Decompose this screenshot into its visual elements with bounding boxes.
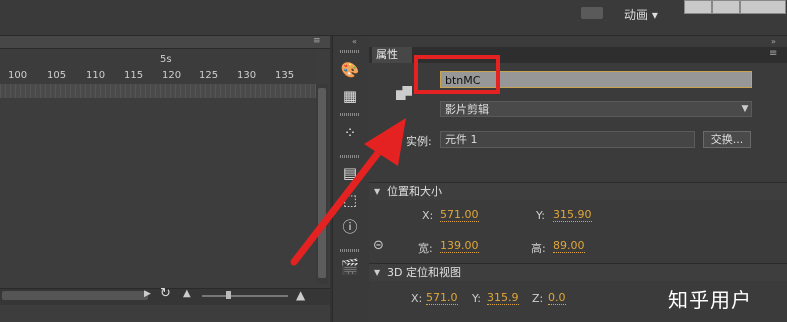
scroll-right-icon[interactable]: ▶ — [144, 289, 151, 299]
palette-icon[interactable]: 🎨 — [336, 59, 364, 81]
frame-number: 110 — [86, 70, 106, 81]
grid-icon[interactable]: ▦ — [336, 85, 364, 107]
zoom-out-mountain-icon[interactable]: ▲ — [183, 288, 191, 299]
annotation-arrow — [290, 118, 406, 266]
z3d-label: Z: — [532, 292, 544, 305]
tab-properties[interactable]: 属性 — [372, 47, 412, 63]
section-position-size[interactable]: 位置和大小 — [369, 182, 787, 200]
minimize-button[interactable] — [684, 0, 712, 14]
section-3d-position-view[interactable]: 3D 定位和视图 — [369, 263, 787, 281]
instance-of-field: 元件 1 — [440, 131, 695, 148]
timeline-header: ≡ — [0, 36, 330, 49]
width-value[interactable]: 139.00 — [440, 240, 479, 253]
zoom-slider-handle[interactable] — [226, 291, 231, 299]
frame-number: 135 — [275, 70, 295, 81]
timeline-horizontal-scrollbar[interactable] — [2, 291, 148, 300]
frame-number: 105 — [47, 70, 67, 81]
x3d-value[interactable]: 571.0 — [426, 292, 458, 305]
z3d-value[interactable]: 0.0 — [548, 292, 566, 305]
refresh-icon[interactable]: ↻ — [160, 286, 171, 301]
panel-menu-icon[interactable]: ≡ — [313, 36, 321, 46]
ruler-seconds-label: 5s — [160, 54, 172, 65]
maximize-button[interactable] — [712, 0, 740, 14]
sync-settings-icon[interactable] — [581, 7, 603, 19]
y-label: Y: — [536, 209, 545, 222]
x-label: X: — [422, 209, 434, 222]
collapse-icon[interactable]: « — [352, 37, 357, 46]
collapse-icon[interactable]: » — [771, 37, 776, 46]
frame-number: 100 — [8, 70, 28, 81]
y-value[interactable]: 315.90 — [553, 209, 592, 222]
zoom-in-mountain-icon[interactable]: ▲ — [296, 288, 305, 302]
frame-number: 125 — [199, 70, 219, 81]
height-label: 高: — [531, 242, 546, 255]
workspace-dropdown[interactable]: 动画 ▾ — [624, 6, 658, 24]
height-value[interactable]: 89.00 — [553, 240, 585, 253]
zoom-slider[interactable] — [202, 295, 288, 297]
symbol-type-select[interactable]: 影片剪辑 — [440, 101, 752, 117]
frame-number: 115 — [124, 70, 144, 81]
frame-number: 130 — [237, 70, 257, 81]
frame-number: 120 — [162, 70, 182, 81]
swap-button[interactable]: 交换... — [703, 131, 751, 148]
x-value[interactable]: 571.00 — [440, 209, 479, 222]
y3d-label: Y: — [472, 292, 481, 305]
close-button[interactable] — [740, 0, 786, 14]
frame-track[interactable] — [0, 84, 316, 98]
chevron-down-icon[interactable]: ▼ — [738, 101, 752, 117]
watermark: 知乎用户 — [668, 288, 752, 312]
y3d-value[interactable]: 315.9 — [487, 292, 519, 305]
app-title-bar — [0, 0, 787, 36]
panel-menu-icon[interactable]: ≡ — [769, 48, 777, 59]
highlight-box — [414, 55, 500, 94]
grip-handle[interactable] — [340, 50, 360, 53]
width-label: 宽: — [418, 242, 433, 255]
x3d-label: X: — [411, 292, 423, 305]
